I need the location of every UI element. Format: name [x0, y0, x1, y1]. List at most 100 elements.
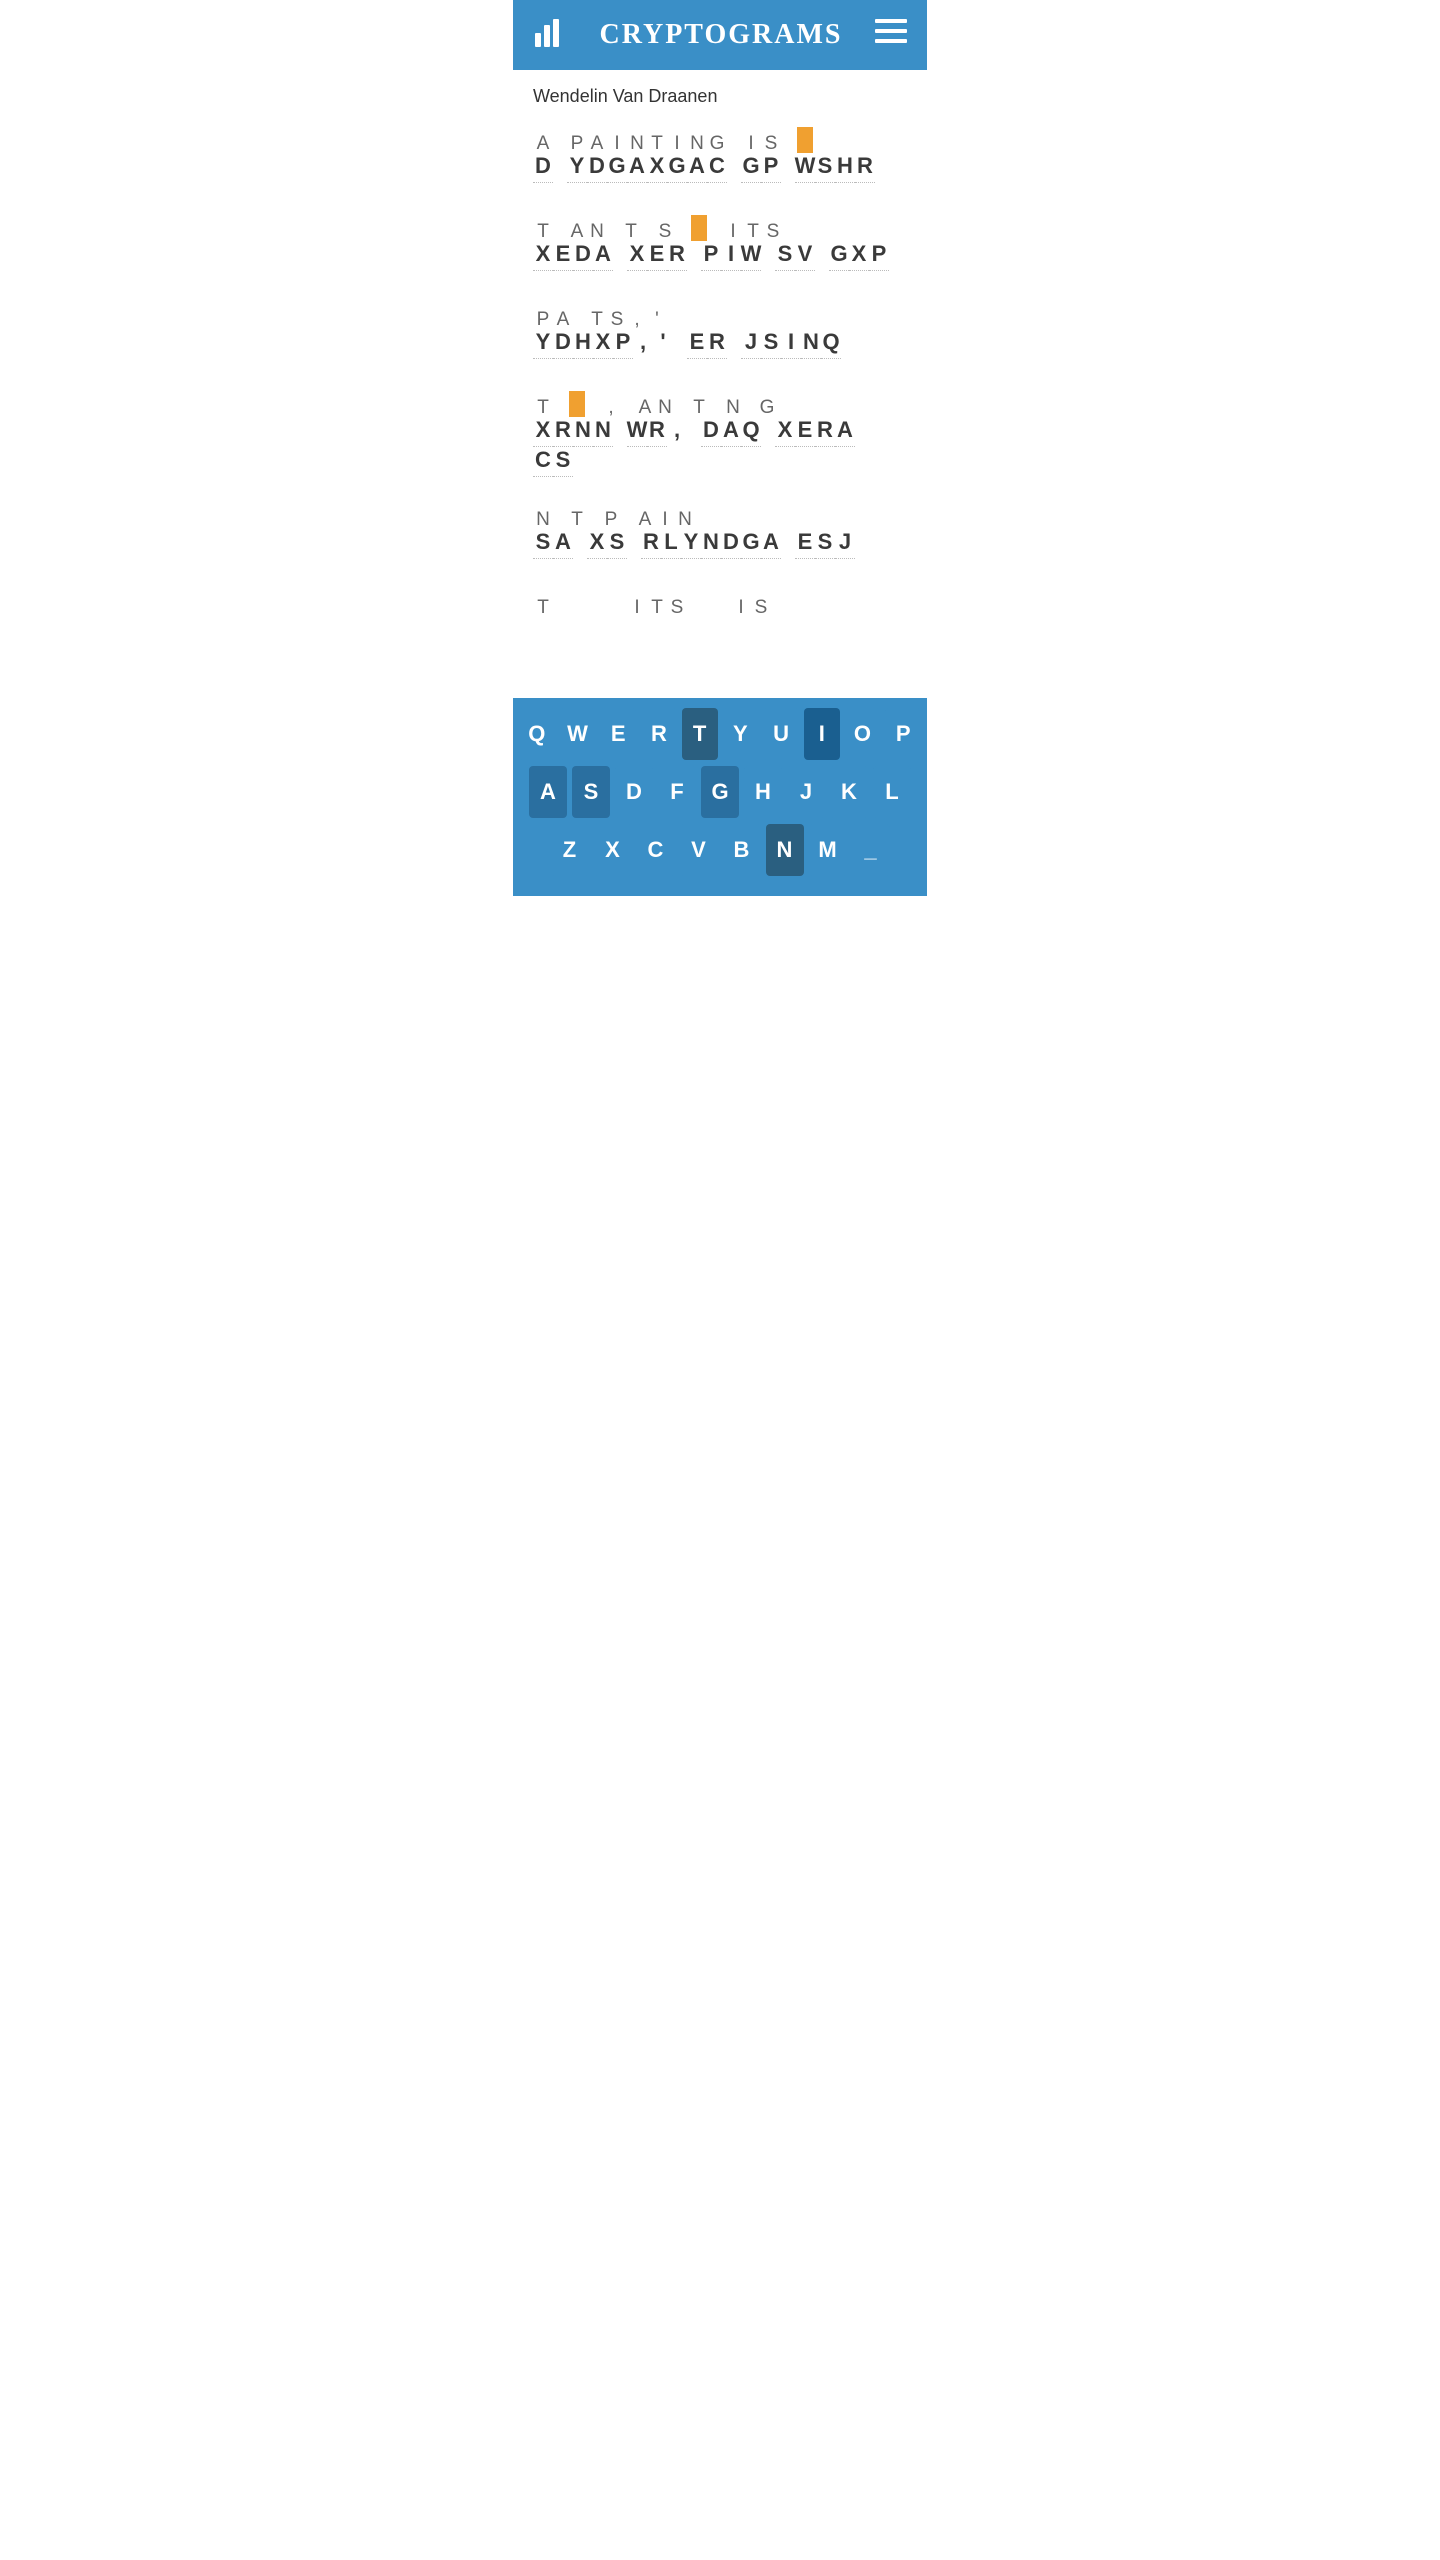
letter-cell[interactable]: S — [607, 303, 627, 329]
letter-cell[interactable]: C — [707, 153, 727, 183]
key-J[interactable]: J — [787, 766, 825, 818]
letter-cell[interactable]: I — [667, 127, 687, 153]
letter-cell[interactable]: X — [533, 241, 553, 271]
letter-cell[interactable]: I — [731, 591, 751, 617]
letter-cell[interactable]: G — [757, 391, 777, 417]
key-K[interactable]: K — [830, 766, 868, 818]
letter-cell[interactable]: X — [775, 417, 795, 447]
letter-cell[interactable]: S — [751, 591, 771, 617]
key-B[interactable]: B — [723, 824, 761, 876]
key-R[interactable]: R — [641, 708, 677, 760]
letter-cell[interactable]: J — [835, 529, 855, 559]
letter-cell[interactable]: E — [553, 241, 573, 271]
letter-cell[interactable]: P — [567, 127, 587, 153]
letter-cell[interactable]: N — [593, 417, 613, 447]
letter-cell[interactable]: R — [815, 417, 835, 447]
letter-cell[interactable]: T — [533, 215, 553, 241]
letter-cell[interactable]: I — [607, 127, 627, 153]
key-G[interactable]: G — [701, 766, 739, 818]
key-I[interactable]: I — [804, 708, 840, 760]
letter-cell[interactable]: T — [689, 391, 709, 417]
letter-cell[interactable]: ' — [647, 303, 667, 329]
letter-cell[interactable]: A — [553, 529, 573, 559]
letter-cell[interactable]: S — [553, 447, 573, 477]
letter-cell[interactable]: W — [741, 241, 761, 271]
letter-cell[interactable]: L — [661, 529, 681, 559]
letter-cell[interactable]: A — [567, 215, 587, 241]
letter-cell[interactable]: S — [815, 529, 835, 559]
letter-cell[interactable]: , — [601, 391, 621, 417]
letter-cell[interactable]: T — [533, 391, 553, 417]
key-C[interactable]: C — [637, 824, 675, 876]
letter-cell[interactable]: S — [607, 529, 627, 559]
letter-cell[interactable]: H — [835, 153, 855, 183]
letter-cell[interactable]: P — [613, 329, 633, 359]
letter-cell[interactable]: R — [707, 329, 727, 359]
key-L[interactable]: L — [873, 766, 911, 818]
letter-cell[interactable] — [689, 215, 709, 241]
key-D[interactable]: D — [615, 766, 653, 818]
letter-cell[interactable]: E — [795, 417, 815, 447]
letter-cell[interactable]: P — [701, 241, 721, 271]
letter-cell[interactable]: S — [761, 329, 781, 359]
letter-cell[interactable]: X — [647, 153, 667, 183]
key-O[interactable]: O — [845, 708, 881, 760]
key-underscore[interactable]: _ — [852, 824, 890, 876]
letter-cell[interactable]: T — [647, 127, 667, 153]
letter-cell[interactable]: R — [641, 529, 661, 559]
letter-cell[interactable]: ' — [653, 329, 673, 359]
letter-cell[interactable]: G — [707, 127, 727, 153]
letter-cell[interactable]: V — [795, 241, 815, 271]
key-M[interactable]: M — [809, 824, 847, 876]
letter-cell[interactable]: D — [701, 417, 721, 447]
key-N[interactable]: N — [766, 824, 804, 876]
key-H[interactable]: H — [744, 766, 782, 818]
letter-cell[interactable]: Q — [821, 329, 841, 359]
letter-cell[interactable]: R — [667, 241, 687, 271]
letter-cell[interactable]: N — [801, 329, 821, 359]
letter-cell[interactable]: C — [533, 447, 553, 477]
letter-cell[interactable]: P — [761, 153, 781, 183]
letter-cell[interactable]: S — [655, 215, 675, 241]
letter-cell[interactable]: N — [701, 529, 721, 559]
letter-cell[interactable]: D — [721, 529, 741, 559]
letter-cell[interactable]: Y — [567, 153, 587, 183]
letter-cell[interactable]: A — [587, 127, 607, 153]
letter-cell[interactable]: A — [635, 503, 655, 529]
letter-cell[interactable]: N — [587, 215, 607, 241]
letter-cell[interactable]: E — [795, 529, 815, 559]
letter-cell[interactable]: G — [829, 241, 849, 271]
letter-cell[interactable]: G — [741, 529, 761, 559]
letter-cell[interactable] — [567, 391, 587, 417]
letter-cell[interactable]: A — [721, 417, 741, 447]
letter-cell[interactable]: S — [533, 529, 553, 559]
key-E[interactable]: E — [600, 708, 636, 760]
letter-cell[interactable]: N — [573, 417, 593, 447]
letter-cell[interactable]: A — [533, 127, 553, 153]
letter-cell[interactable]: D — [553, 329, 573, 359]
letter-cell[interactable]: N — [675, 503, 695, 529]
letter-cell[interactable]: I — [781, 329, 801, 359]
key-Z[interactable]: Z — [551, 824, 589, 876]
letter-cell[interactable]: I — [721, 241, 741, 271]
letter-cell[interactable]: X — [533, 417, 553, 447]
letter-cell[interactable]: P — [601, 503, 621, 529]
letter-cell[interactable]: E — [687, 329, 707, 359]
letter-cell[interactable]: A — [593, 241, 613, 271]
key-F[interactable]: F — [658, 766, 696, 818]
letter-cell[interactable]: S — [667, 591, 687, 617]
letter-cell[interactable]: A — [761, 529, 781, 559]
letter-cell[interactable]: S — [815, 153, 835, 183]
letter-cell[interactable]: I — [655, 503, 675, 529]
letter-cell[interactable]: N — [655, 391, 675, 417]
letter-cell[interactable]: , — [627, 303, 647, 329]
key-S[interactable]: S — [572, 766, 610, 818]
letter-cell[interactable]: W — [795, 153, 815, 183]
key-T[interactable]: T — [682, 708, 718, 760]
letter-cell[interactable]: I — [741, 127, 761, 153]
letter-cell[interactable]: D — [533, 153, 553, 183]
letter-cell[interactable]: A — [687, 153, 707, 183]
letter-cell[interactable]: A — [635, 391, 655, 417]
letter-cell[interactable]: N — [627, 127, 647, 153]
key-V[interactable]: V — [680, 824, 718, 876]
